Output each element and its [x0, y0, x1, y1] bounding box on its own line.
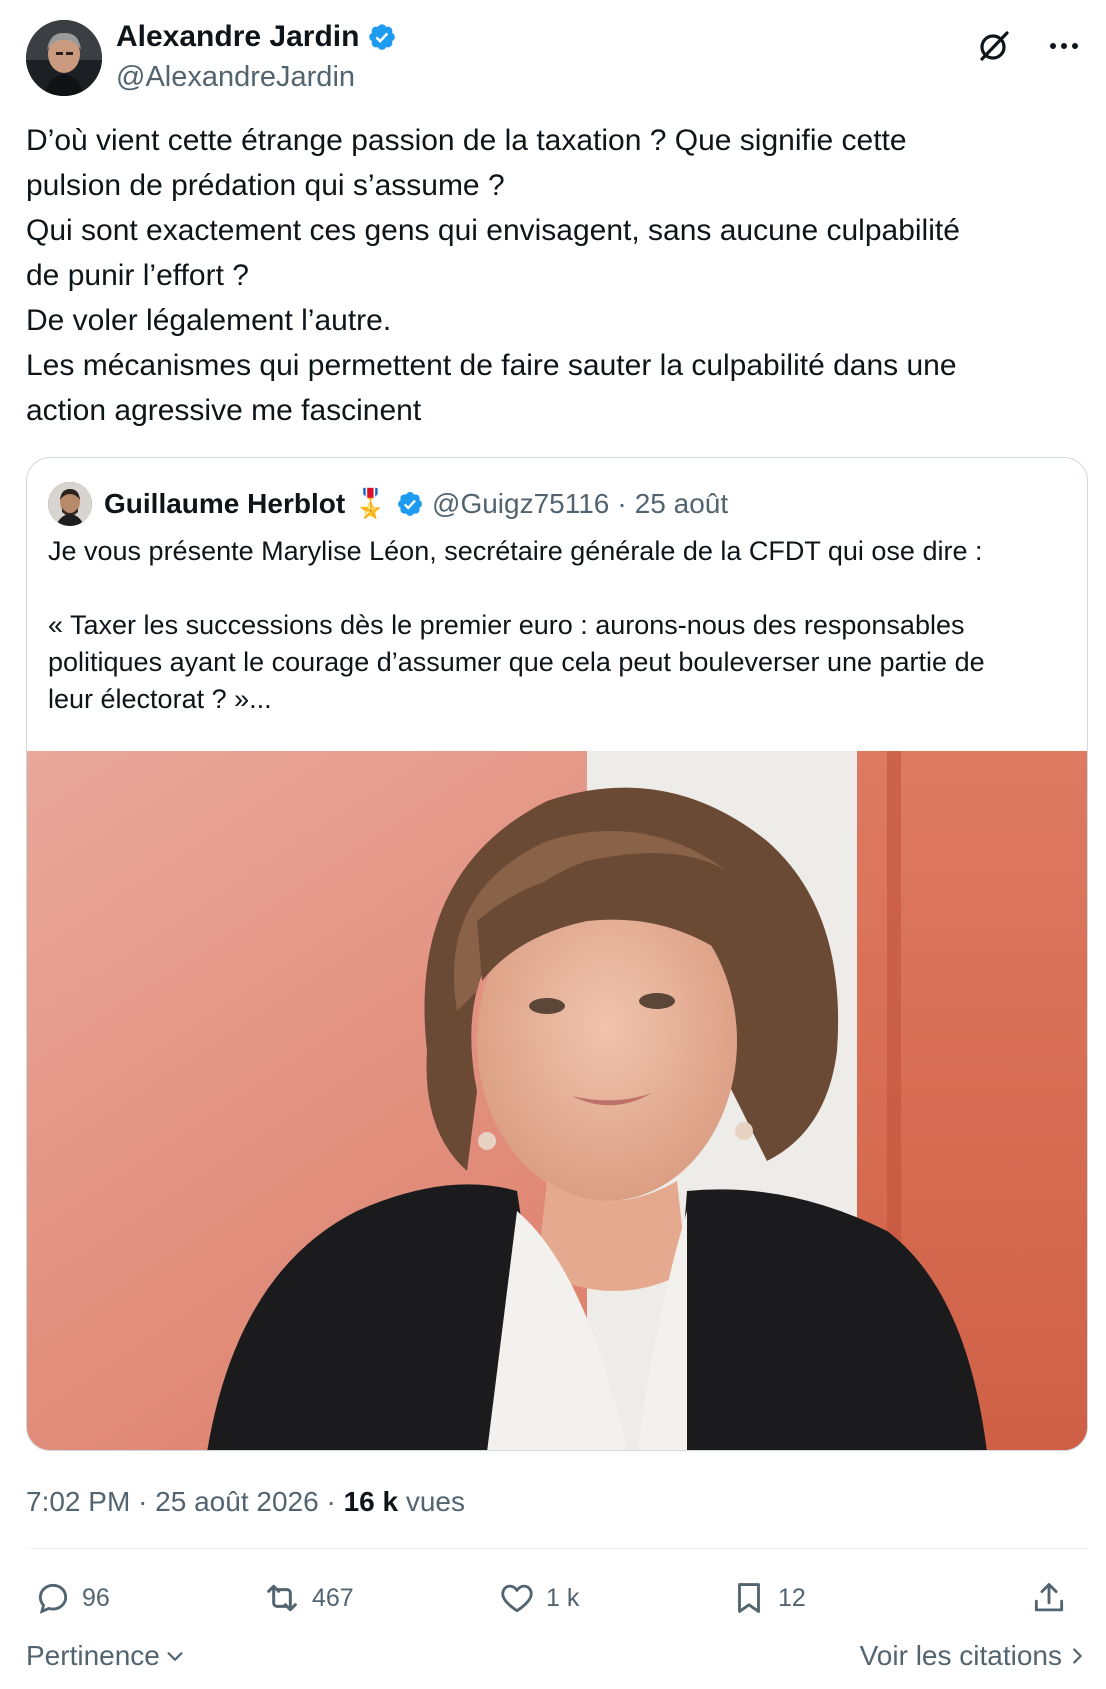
author-names: Alexandre Jardin @AlexandreJardin [116, 18, 397, 96]
heart-icon [501, 1584, 533, 1613]
repost-count: 467 [312, 1583, 354, 1612]
views-label: vues [405, 1486, 465, 1517]
tweet-detail: Alexandre Jardin @AlexandreJardin D’où v… [0, 0, 1106, 1689]
author-handle[interactable]: @AlexandreJardin [116, 58, 397, 96]
medal-emoji: 🎖️ [353, 488, 389, 519]
views-count: 16 k [343, 1486, 399, 1517]
author-display-name[interactable]: Alexandre Jardin [116, 18, 359, 56]
quoted-display-name[interactable]: Guillaume Herblot [104, 484, 345, 524]
view-quotes-link[interactable]: Voir les citations [860, 1634, 1088, 1678]
bookmark-button[interactable]: 12 [730, 1568, 806, 1628]
repost-icon [267, 1584, 297, 1612]
sort-label: Pertinence [26, 1640, 160, 1671]
repost-button[interactable]: 467 [262, 1568, 354, 1628]
tweet-header: Alexandre Jardin @AlexandreJardin [26, 18, 1086, 98]
tweet-date[interactable]: 25 août 2026 [155, 1486, 319, 1517]
quoted-header: Guillaume Herblot 🎖️ @Guigz75116 · 25 ao… [48, 482, 728, 526]
share-button[interactable] [1030, 1568, 1068, 1628]
quoted-tweet[interactable]: Guillaume Herblot 🎖️ @Guigz75116 · 25 ao… [26, 457, 1088, 1451]
divider [26, 1548, 1088, 1549]
quoted-photo[interactable] [27, 751, 1087, 1450]
chevron-right-icon [1073, 1648, 1082, 1664]
bookmark-count: 12 [778, 1583, 806, 1612]
tweet-timestamp: 7:02 PM · 25 août 2026 · 16 k vues [26, 1486, 465, 1517]
chevron-down-icon [167, 1652, 183, 1661]
verified-badge-icon [398, 492, 422, 516]
author-avatar[interactable] [26, 20, 102, 96]
top-actions [972, 24, 1086, 68]
share-icon [1034, 1583, 1064, 1612]
action-bar: 96 467 1 k 12 [26, 1568, 1088, 1628]
quoted-text: Je vous présente Marylise Léon, secrétai… [48, 536, 985, 714]
replies-footer: Pertinence Voir les citations [26, 1634, 1088, 1680]
reply-button[interactable]: 96 [34, 1568, 110, 1628]
more-icon[interactable] [1042, 24, 1086, 68]
quoted-date[interactable]: 25 août [635, 484, 728, 524]
tweet-time[interactable]: 7:02 PM [26, 1486, 130, 1517]
reply-count: 96 [82, 1583, 110, 1612]
view-quotes-label: Voir les citations [859, 1640, 1062, 1671]
like-count: 1 k [546, 1583, 580, 1612]
quoted-handle[interactable]: @Guigz75116 [432, 484, 609, 524]
reply-icon [38, 1583, 68, 1614]
like-button[interactable]: 1 k [498, 1568, 579, 1628]
verified-badge-icon [369, 24, 396, 50]
bookmark-icon [738, 1583, 760, 1613]
grok-icon[interactable] [972, 24, 1016, 68]
sort-dropdown[interactable]: Pertinence [26, 1634, 186, 1678]
quoted-avatar[interactable] [48, 482, 92, 526]
tweet-text: D’où vient cette étrange passion de la t… [26, 124, 960, 427]
quoted-separator: · [617, 488, 627, 519]
